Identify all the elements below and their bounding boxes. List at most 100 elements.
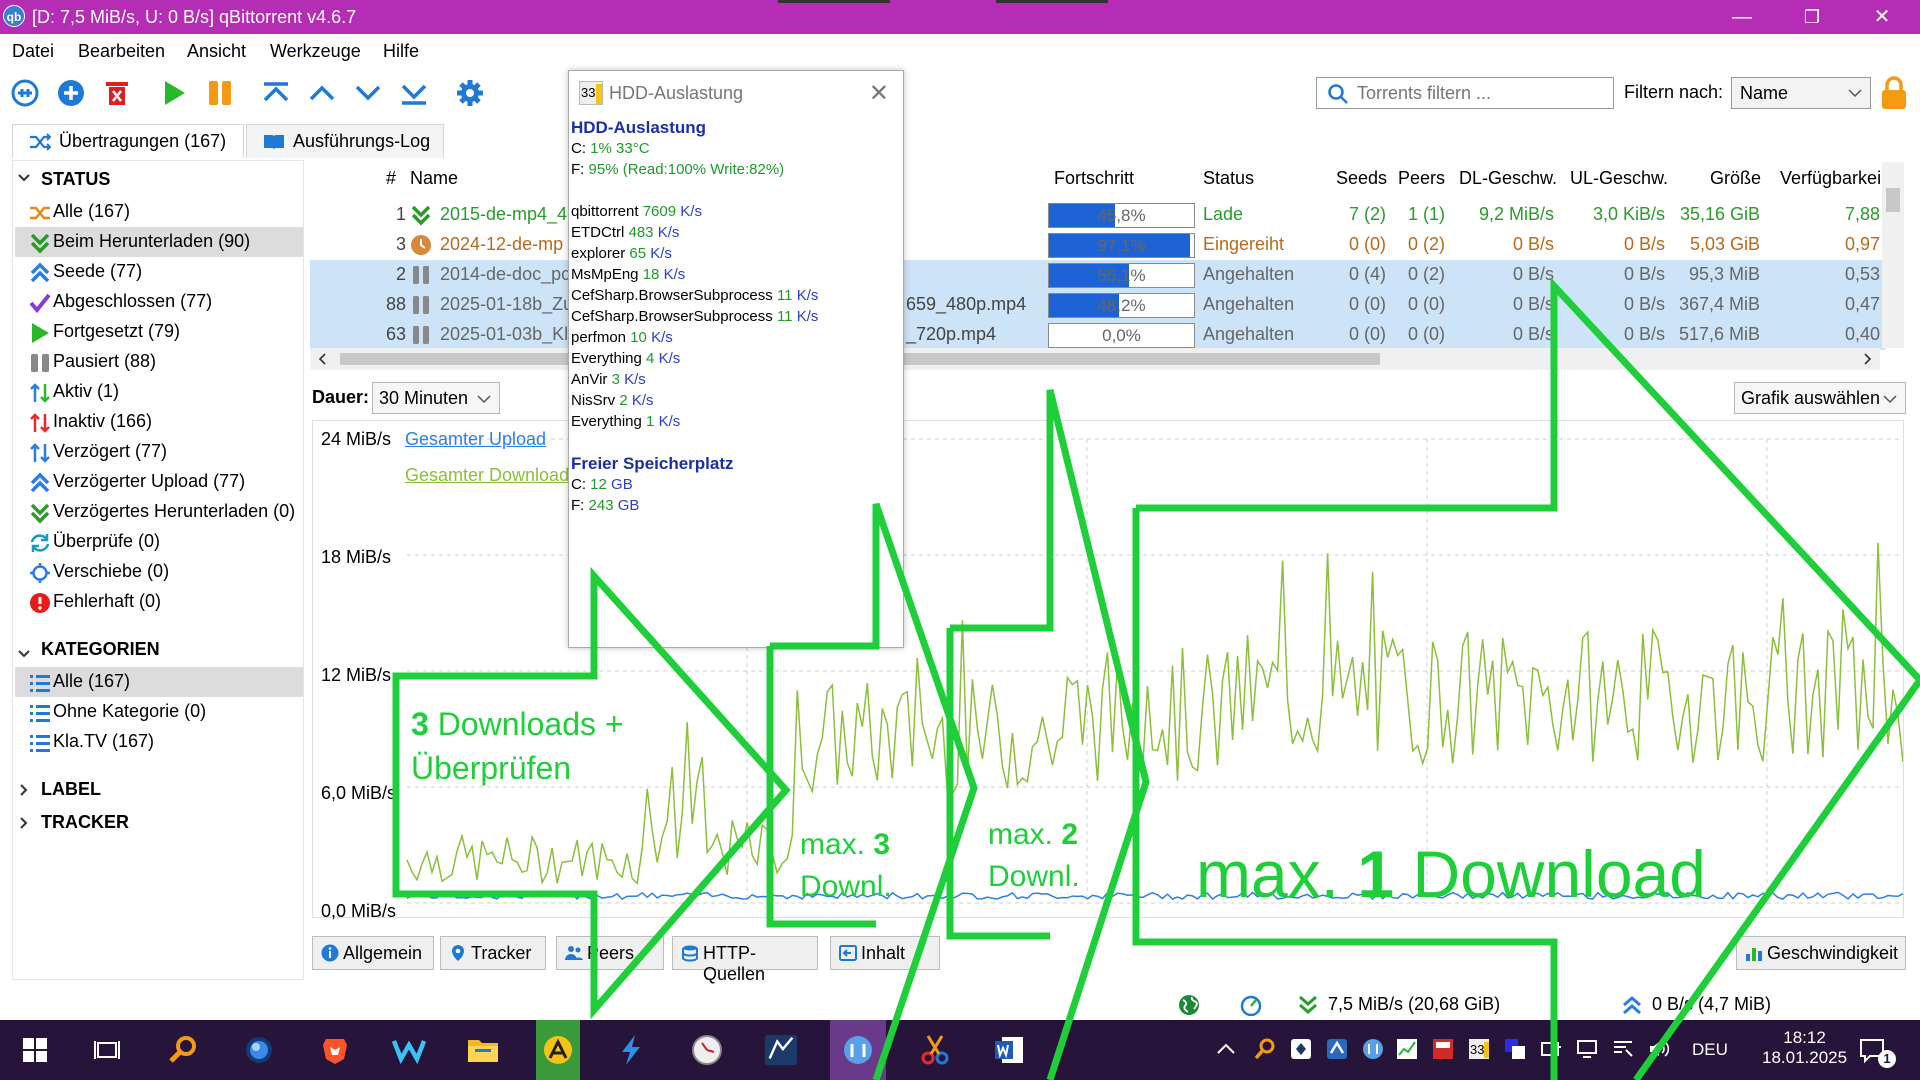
search-magnifier-icon[interactable] [166, 1033, 200, 1067]
column-header-name[interactable]: Name [410, 168, 458, 189]
tray-app-icon[interactable] [1326, 1038, 1348, 1060]
maximize-button[interactable]: ❐ [1782, 0, 1842, 34]
sidebar-item-downloading[interactable]: Beim Herunterladen (90) [15, 227, 303, 257]
sidebar-item-active[interactable]: Aktiv (1) [15, 377, 303, 407]
table-row[interactable]: 88 2025-01-18b_Zu 659_480p.mp4 48,2% Angehal… [310, 290, 1885, 320]
bolt-app-icon[interactable] [614, 1033, 648, 1067]
table-row[interactable]: 1 2015-de-mp4_4 45,8% Lade 7 (2) 1 (1) 9,2 MiB… [310, 200, 1885, 230]
duration-select[interactable]: 30 Minuten [372, 382, 500, 414]
clock-app-icon[interactable] [690, 1033, 724, 1067]
chevron-down-icon[interactable] [17, 647, 31, 661]
menu-datei[interactable]: Datei [12, 41, 54, 62]
move-up-icon[interactable] [305, 76, 339, 110]
word-icon[interactable] [992, 1033, 1026, 1067]
tray-app-icon[interactable] [1290, 1038, 1312, 1060]
chevron-right-icon[interactable] [1862, 353, 1872, 365]
column-header-size[interactable]: Größe [1710, 168, 1761, 189]
sidebar-item-inactive[interactable]: Inaktiv (166) [15, 407, 303, 437]
tab-peers[interactable]: Peers [556, 936, 664, 970]
tray-search-icon[interactable] [1254, 1038, 1276, 1060]
download-speed-status[interactable]: 7,5 MiB/s (20,68 GiB) [1328, 994, 1500, 1015]
popup-close-icon[interactable]: ✕ [869, 79, 889, 108]
keyboard-language[interactable]: DEU [1692, 1040, 1728, 1060]
sidebar-item-stalled-download[interactable]: Verzögertes Herunterladen (0) [15, 497, 303, 527]
tray-app-icon[interactable] [1504, 1038, 1526, 1060]
task-view-icon[interactable] [90, 1033, 124, 1067]
legend-total-download[interactable]: Gesamter Download [405, 465, 569, 486]
sidebar-item-stalled[interactable]: Verzögert (77) [15, 437, 303, 467]
tab-transfers[interactable]: Übertragungen (167) [12, 124, 244, 158]
upload-speed-status[interactable]: 0 B/s (4,7 MiB) [1652, 994, 1771, 1015]
sidebar-item-seeding[interactable]: Seede (77) [15, 257, 303, 287]
speed-limit-icon[interactable] [1240, 994, 1262, 1016]
sidebar-item-checking[interactable]: Überprüfe (0) [15, 527, 303, 557]
tray-qbittorrent-icon[interactable] [1362, 1038, 1384, 1060]
table-row[interactable]: 2 2014-de-doc_pc 55,1% Angehalten 0 (4) 0 (2)… [310, 260, 1885, 290]
tray-app-icon[interactable] [1432, 1038, 1454, 1060]
sidebar-item-stalled-upload[interactable]: Verzögerter Upload (77) [15, 467, 303, 497]
move-bottom-icon[interactable] [397, 76, 431, 110]
tab-general[interactable]: Allgemein [312, 936, 434, 970]
chevron-up-icon[interactable] [1216, 1040, 1236, 1060]
sidebar-item-errored[interactable]: Fehlerhaft (0) [15, 587, 303, 617]
table-horizontal-scrollbar[interactable] [310, 348, 1880, 370]
tray-hdd-monitor-icon[interactable]: 33 [1468, 1038, 1490, 1060]
chevron-left-icon[interactable] [318, 353, 328, 365]
tab-http-sources[interactable]: HTTP-Quellen [672, 936, 818, 984]
column-header-peers[interactable]: Peers [1398, 168, 1445, 189]
column-header-progress[interactable]: Fortschritt [1054, 168, 1134, 189]
filter-by-select[interactable]: Name [1731, 77, 1871, 109]
torrent-filter-search[interactable] [1316, 77, 1614, 109]
search-input[interactable] [1357, 83, 1607, 104]
category-item-uncategorized[interactable]: Ohne Kategorie (0) [15, 697, 303, 727]
column-header-status[interactable]: Status [1203, 168, 1254, 189]
speaker-icon[interactable] [1648, 1038, 1670, 1060]
graph-select[interactable]: Grafik auswählen [1734, 382, 1906, 414]
brave-browser-icon[interactable] [318, 1033, 352, 1067]
delete-icon[interactable] [100, 76, 134, 110]
chevron-down-icon[interactable] [17, 171, 31, 185]
table-row[interactable]: 3 2024-12-de-mp 97,1% Eingereiht 0 (0) 0 (2) 0… [310, 230, 1885, 260]
sidebar-item-paused[interactable]: Pausiert (88) [15, 347, 303, 377]
sidebar-item-all[interactable]: Alle (167) [15, 197, 303, 227]
table-row[interactable]: 63 2025-01-03b_Kl _720p.mp4 0,0% Angehalten 0… [310, 320, 1885, 350]
snipping-tool-icon[interactable] [918, 1033, 952, 1067]
tray-display-icon[interactable] [1576, 1038, 1598, 1060]
globe-icon[interactable] [1178, 994, 1200, 1016]
settings-gear-icon[interactable] [453, 76, 487, 110]
blue-orb-app-icon[interactable] [242, 1033, 276, 1067]
lock-icon[interactable] [1880, 76, 1908, 110]
menu-werkzeuge[interactable]: Werkzeuge [270, 41, 361, 62]
column-header-seeds[interactable]: Seeds [1336, 168, 1387, 189]
column-header-dl-speed[interactable]: DL-Geschw. [1459, 168, 1557, 189]
column-header-availability[interactable]: Verfügbarkei [1780, 168, 1881, 189]
taskbar-clock[interactable]: 18:12 18.01.2025 [1762, 1028, 1847, 1068]
tray-keyboard-icon[interactable] [1612, 1038, 1634, 1060]
tray-graph-icon[interactable] [1396, 1038, 1418, 1060]
wise-app-icon[interactable] [392, 1033, 426, 1067]
add-link-icon[interactable] [8, 76, 42, 110]
windows-start-icon[interactable] [18, 1033, 52, 1067]
pause-icon[interactable] [203, 76, 237, 110]
chevron-right-icon[interactable] [17, 816, 31, 830]
column-header-ul-speed[interactable]: UL-Geschw. [1570, 168, 1668, 189]
sidebar-item-moving[interactable]: Verschiebe (0) [15, 557, 303, 587]
tray-network-icon[interactable] [1540, 1038, 1562, 1060]
column-header-num[interactable]: # [386, 168, 396, 189]
play-icon[interactable] [157, 76, 191, 110]
menu-ansicht[interactable]: Ansicht [187, 41, 246, 62]
add-torrent-icon[interactable] [54, 76, 88, 110]
move-top-icon[interactable] [259, 76, 293, 110]
move-down-icon[interactable] [351, 76, 385, 110]
legend-total-upload[interactable]: Gesamter Upload [405, 429, 546, 450]
active-app-icon[interactable] [536, 1020, 580, 1080]
sidebar-item-resumed[interactable]: Fortgesetzt (79) [15, 317, 303, 347]
tab-speed[interactable]: Geschwindigkeit [1736, 936, 1906, 970]
klatv-app-icon[interactable] [764, 1033, 798, 1067]
file-explorer-icon[interactable] [466, 1033, 500, 1067]
tab-execution-log[interactable]: Ausführungs-Log [246, 124, 444, 158]
tab-content[interactable]: Inhalt [830, 936, 940, 970]
sidebar-item-completed[interactable]: Abgeschlossen (77) [15, 287, 303, 317]
menu-hilfe[interactable]: Hilfe [383, 41, 419, 62]
qbittorrent-taskbar-icon[interactable] [830, 1020, 886, 1080]
